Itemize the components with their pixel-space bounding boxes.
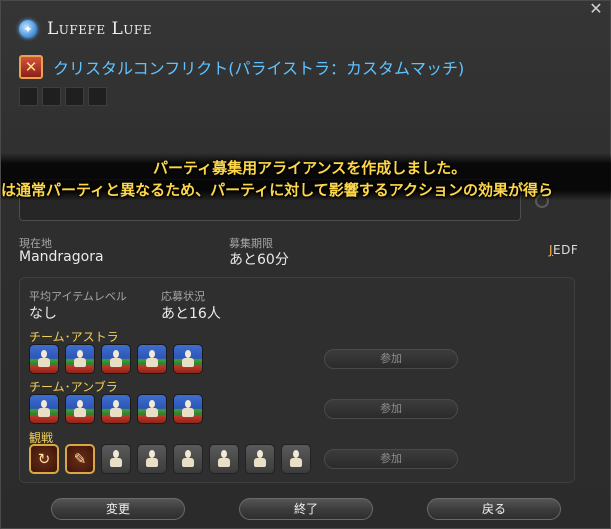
duty-name[interactable]: クリスタルコンフリクト(パライストラ：カスタムマッチ) (53, 55, 464, 79)
category-slot (88, 87, 107, 106)
change-button[interactable]: 変更 (51, 498, 185, 520)
member-slot[interactable] (101, 344, 131, 374)
spectator-slot-empty[interactable] (173, 444, 203, 474)
member-slot[interactable] (65, 344, 95, 374)
spectator-slot-empty[interactable] (281, 444, 311, 474)
member-icon (73, 350, 87, 368)
member-slot[interactable] (65, 394, 95, 424)
member-icon (109, 450, 123, 468)
team-umbra-label: チーム･アンブラ (29, 380, 118, 394)
close-icon[interactable]: ✕ (586, 1, 606, 17)
member-icon (289, 450, 303, 468)
member-slot[interactable] (29, 344, 59, 374)
language-tags: JEDF (549, 243, 578, 257)
team-astra-label: チーム･アストラ (29, 330, 119, 344)
notification-line-1: パーティ募集用アライアンスを作成しました。 (153, 159, 467, 177)
language-rest: EDF (553, 243, 579, 257)
member-icon (37, 400, 51, 418)
member-icon (181, 450, 195, 468)
back-button[interactable]: 戻る (427, 498, 561, 520)
crystal-icon: ✦ (19, 20, 37, 38)
spectator-slot-empty[interactable] (101, 444, 131, 474)
comment-field (19, 179, 521, 221)
join-spectator-button[interactable]: 参加 (324, 449, 458, 469)
member-slot[interactable] (29, 394, 59, 424)
spectator-slot-empty[interactable] (209, 444, 239, 474)
member-slot[interactable] (101, 394, 131, 424)
member-icon (109, 350, 123, 368)
window-header: ✦ Lufefe Lufe (19, 17, 152, 41)
crossed-swords-icon: ✕ (19, 55, 43, 79)
member-icon (73, 400, 87, 418)
status-value: あと16人 (161, 306, 221, 322)
member-icon (181, 400, 195, 418)
spectator-slots: ↻ ✎ (29, 444, 311, 474)
party-recruitment-window: ✕ ✦ Lufefe Lufe ✕ クリスタルコンフリクト(パライストラ：カスタ… (0, 0, 611, 529)
member-icon (37, 350, 51, 368)
team-astra-slots (29, 344, 203, 374)
comment-scroll-handle[interactable] (535, 194, 549, 208)
member-icon (253, 450, 267, 468)
category-slot (19, 87, 38, 106)
member-icon (145, 350, 159, 368)
member-slot[interactable] (137, 394, 167, 424)
spectator-swirl-icon[interactable]: ↻ (29, 444, 59, 474)
deadline-value: あと60分 (229, 252, 289, 268)
member-icon (145, 400, 159, 418)
player-name: Lufefe Lufe (47, 19, 152, 39)
location-value: Mandragora (19, 249, 104, 265)
spectator-slot-empty[interactable] (245, 444, 275, 474)
spectator-slot-empty[interactable] (137, 444, 167, 474)
member-slot[interactable] (173, 344, 203, 374)
category-slot (65, 87, 84, 106)
member-slot[interactable] (173, 394, 203, 424)
member-slot[interactable] (137, 344, 167, 374)
avg-item-level-label: 平均アイテムレベル (29, 290, 127, 303)
join-team-umbra-button[interactable]: 参加 (324, 399, 458, 419)
spectator-palette-icon[interactable]: ✎ (65, 444, 95, 474)
member-icon (181, 350, 195, 368)
status-label: 応募状況 (161, 290, 205, 303)
avg-item-level-value: なし (29, 306, 57, 322)
category-slots (19, 87, 107, 106)
member-icon (217, 450, 231, 468)
team-umbra-slots (29, 394, 203, 424)
join-team-astra-button[interactable]: 参加 (324, 349, 458, 369)
category-slot (42, 87, 61, 106)
duty-row: ✕ クリスタルコンフリクト(パライストラ：カスタムマッチ) (19, 53, 464, 81)
member-icon (145, 450, 159, 468)
end-button[interactable]: 終了 (239, 498, 373, 520)
member-icon (109, 400, 123, 418)
